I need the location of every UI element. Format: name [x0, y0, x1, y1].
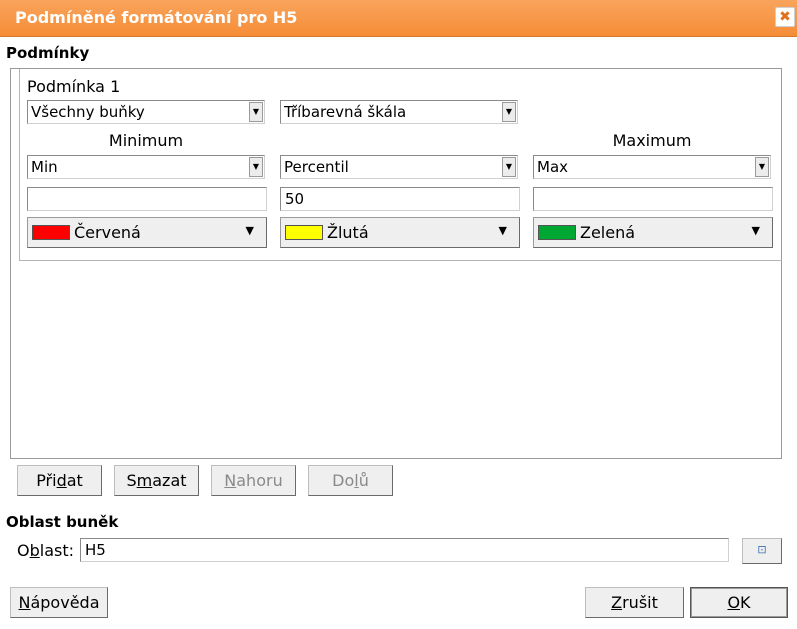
range-label: Oblast:: [17, 541, 74, 560]
move-up-button[interactable]: Nahoru: [211, 465, 296, 496]
middle-color-name: Žlutá: [327, 223, 369, 242]
help-button[interactable]: Nápověda: [10, 587, 108, 618]
range-input[interactable]: H5: [80, 538, 729, 562]
cancel-button[interactable]: Zrušit: [585, 587, 684, 618]
style-select[interactable]: Tříbarevná škála ▼: [280, 100, 518, 124]
condition-name: Podmínka 1: [27, 77, 121, 96]
chevron-down-icon[interactable]: ▼: [502, 157, 516, 177]
ok-button[interactable]: OK: [690, 587, 788, 618]
move-down-button[interactable]: Dolů: [308, 465, 393, 496]
middle-value-input[interactable]: 50: [280, 187, 520, 211]
maximum-color-button[interactable]: Zelená ▼: [533, 217, 773, 248]
middle-type-select[interactable]: Percentil ▼: [280, 155, 518, 179]
color-swatch: [538, 225, 576, 240]
chevron-down-icon[interactable]: ▼: [249, 157, 263, 177]
minimum-color-name: Červená: [74, 223, 141, 242]
middle-color-button[interactable]: Žlutá ▼: [280, 217, 520, 248]
add-button[interactable]: Přidat: [17, 465, 102, 496]
chevron-down-icon[interactable]: ▼: [249, 102, 263, 122]
dialog-titlebar: Podmíněné formátování pro H5 ✖: [0, 0, 797, 37]
maximum-value-input[interactable]: [533, 187, 773, 211]
shrink-dialog-icon[interactable]: ⊡: [742, 538, 782, 564]
minimum-type-value: Min: [31, 158, 58, 176]
maximum-label: Maximum: [612, 131, 692, 150]
conditions-panel: Podmínka 1 Všechny buňky ▼ Tříbarevná šk…: [10, 68, 782, 459]
conditions-section-title: Podmínky: [6, 44, 90, 62]
triangle-down-icon: ▼: [498, 224, 507, 237]
close-icon[interactable]: ✖: [775, 7, 795, 27]
color-swatch: [32, 225, 70, 240]
apply-to-select[interactable]: Všechny buňky ▼: [27, 100, 265, 124]
maximum-type-select[interactable]: Max ▼: [533, 155, 771, 179]
maximum-color-name: Zelená: [580, 223, 636, 242]
middle-type-value: Percentil: [284, 158, 349, 176]
style-value: Tříbarevná škála: [284, 103, 407, 121]
minimum-color-button[interactable]: Červená ▼: [27, 217, 267, 248]
minimum-value-input[interactable]: [27, 187, 267, 211]
chevron-down-icon[interactable]: ▼: [502, 102, 516, 122]
apply-to-value: Všechny buňky: [31, 103, 145, 121]
triangle-down-icon: ▼: [245, 224, 254, 237]
minimum-label: Minimum: [108, 131, 184, 150]
cell-range-section-title: Oblast buněk: [6, 513, 119, 531]
triangle-down-icon: ▼: [751, 224, 760, 237]
condition-block: Podmínka 1 Všechny buňky ▼ Tříbarevná šk…: [19, 69, 782, 261]
dialog-title: Podmíněné formátování pro H5: [15, 8, 298, 27]
chevron-down-icon[interactable]: ▼: [755, 157, 769, 177]
minimum-type-select[interactable]: Min ▼: [27, 155, 265, 179]
maximum-type-value: Max: [537, 158, 569, 176]
delete-button[interactable]: Smazat: [114, 465, 199, 496]
color-swatch: [285, 225, 323, 240]
